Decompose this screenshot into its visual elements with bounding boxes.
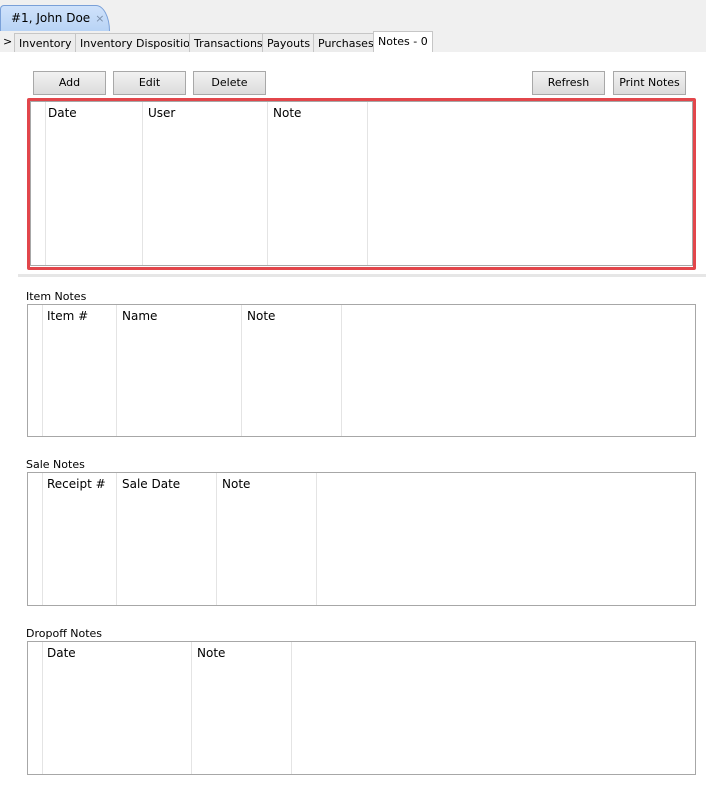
- sale-notes-label: Sale Notes: [26, 458, 85, 471]
- tab-inventory[interactable]: Inventory: [14, 33, 77, 52]
- document-tab[interactable]: #1, John Doe ×: [0, 5, 110, 31]
- row-header-gutter: [28, 473, 43, 605]
- sale-notes-grid[interactable]: Receipt # Sale Date Note: [27, 472, 696, 606]
- dropoff-notes-grid[interactable]: Date Note: [27, 641, 696, 775]
- column-header-note[interactable]: Note: [242, 305, 342, 436]
- item-notes-grid[interactable]: Item # Name Note: [27, 304, 696, 437]
- column-header-receipt-number[interactable]: Receipt #: [42, 473, 117, 605]
- subtab-bar: > Inventory Inventory Disposition Transa…: [0, 31, 706, 53]
- add-button[interactable]: Add: [33, 71, 106, 95]
- column-header-date[interactable]: Date: [42, 642, 192, 774]
- splitter[interactable]: [18, 274, 706, 277]
- scroll-tabs-arrow-icon[interactable]: >: [3, 35, 12, 48]
- close-icon[interactable]: ×: [95, 12, 104, 25]
- column-header-note[interactable]: Note: [217, 473, 317, 605]
- item-notes-label: Item Notes: [26, 290, 87, 303]
- refresh-button[interactable]: Refresh: [532, 71, 605, 95]
- tab-payouts[interactable]: Payouts: [262, 33, 316, 52]
- column-header-name[interactable]: Name: [117, 305, 242, 436]
- delete-button[interactable]: Delete: [193, 71, 266, 95]
- tab-inventory-disposition[interactable]: Inventory Disposition: [75, 33, 202, 52]
- tab-notes[interactable]: Notes - 0: [373, 31, 433, 53]
- print-notes-button[interactable]: Print Notes: [613, 71, 686, 95]
- row-header-gutter: [28, 305, 43, 436]
- document-tab-title: #1, John Doe: [11, 11, 91, 25]
- highlight-box: [27, 98, 696, 270]
- tab-purchases[interactable]: Purchases: [313, 33, 379, 52]
- tab-transactions[interactable]: Transactions: [189, 33, 268, 52]
- column-header-note[interactable]: Note: [192, 642, 292, 774]
- edit-button[interactable]: Edit: [113, 71, 186, 95]
- row-header-gutter: [28, 642, 43, 774]
- column-header-sale-date[interactable]: Sale Date: [117, 473, 217, 605]
- document-tab-bar: #1, John Doe ×: [0, 0, 706, 32]
- column-header-item-number[interactable]: Item #: [42, 305, 117, 436]
- dropoff-notes-label: Dropoff Notes: [26, 627, 103, 640]
